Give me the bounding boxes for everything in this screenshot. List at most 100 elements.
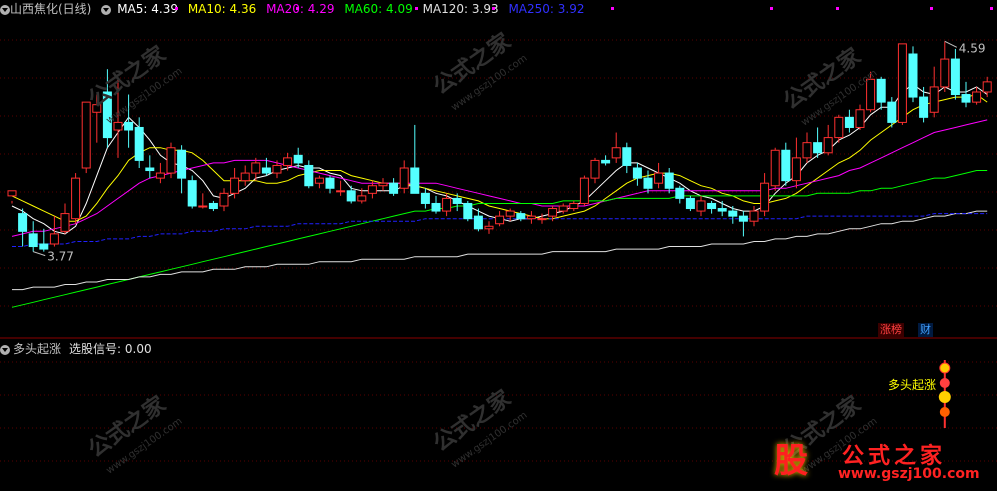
candle-down: [420, 192, 430, 204]
event-marker: [492, 7, 495, 10]
candle-down: [717, 208, 727, 212]
candle-down: [208, 202, 218, 210]
candle-up: [399, 167, 409, 189]
candle-down: [389, 182, 399, 194]
candle-up: [526, 215, 536, 220]
candle-up: [802, 142, 812, 159]
candle-up: [7, 190, 17, 197]
candle-up: [367, 185, 377, 194]
candle-up: [654, 172, 664, 184]
candle-up: [505, 210, 515, 217]
site-logo: 股 公式之家 www.gszj100.com: [760, 436, 997, 491]
high-pointer: [944, 40, 958, 48]
event-marker: [836, 7, 839, 10]
candle-down: [177, 149, 187, 179]
indicator-name[interactable]: 多头起涨: [13, 342, 61, 356]
candle-up: [548, 208, 558, 217]
arrow-up-icon: [939, 378, 950, 388]
indicator-collapse-icon[interactable]: [0, 344, 10, 355]
candle-up: [442, 197, 452, 212]
indicator-signal: 选股信号: 0.00: [69, 342, 152, 356]
event-marker: [175, 7, 178, 10]
candle-up: [81, 101, 91, 169]
candle-up: [982, 81, 992, 93]
candle-up: [71, 177, 81, 220]
candle-down: [961, 94, 971, 103]
candle-up: [929, 86, 939, 113]
ma60-line: [11, 170, 988, 308]
candle-up: [49, 233, 59, 245]
candle-down: [346, 190, 356, 202]
candle-down: [124, 121, 134, 131]
candle-down: [28, 233, 38, 248]
event-marker: [296, 7, 299, 10]
candle-up: [198, 205, 208, 208]
candle-up: [155, 172, 165, 179]
event-marker: [415, 7, 418, 10]
candle-up: [611, 147, 621, 159]
candle-up: [537, 218, 547, 221]
candle-up: [219, 192, 229, 207]
candle-up: [696, 200, 706, 212]
candle-down: [304, 164, 314, 187]
logo-mark: 股: [774, 441, 808, 481]
candle-down: [410, 167, 420, 194]
candle-down: [452, 197, 462, 204]
indicator-header: 多头起涨 选股信号: 0.00: [0, 340, 152, 358]
event-marker: [930, 7, 933, 10]
candle-up: [569, 202, 579, 210]
candle-up: [484, 225, 494, 230]
candle-up: [791, 157, 801, 182]
candle-down: [908, 53, 918, 98]
candle-down: [516, 213, 526, 220]
candle-up: [166, 147, 176, 174]
candle-up: [579, 177, 589, 204]
finance-tag[interactable]: 财: [918, 323, 933, 337]
candle-down: [781, 149, 791, 182]
candle-up: [760, 182, 770, 212]
candle-up: [230, 177, 240, 194]
candle-down: [643, 177, 653, 189]
candle-up: [590, 159, 600, 179]
candle-up: [283, 157, 293, 166]
candle-up: [558, 205, 568, 212]
low-price-label: 3.77: [47, 250, 74, 264]
event-marker: [770, 7, 773, 10]
price-chart[interactable]: 4.593.77公式之家www.gszj100.com 公式之家www.gszj1…: [0, 0, 997, 491]
candle-down: [601, 159, 611, 164]
high-price-label: 4.59: [959, 41, 986, 55]
candle-down: [293, 154, 303, 164]
candle-down: [707, 202, 717, 210]
candle-down: [187, 180, 197, 207]
candle-up: [834, 116, 844, 139]
candle-down: [813, 142, 823, 154]
candle-down: [919, 96, 929, 118]
candle-down: [325, 177, 335, 189]
candle-down: [622, 147, 632, 166]
candle-down: [632, 167, 642, 179]
candle-down: [950, 58, 960, 96]
candle-up: [240, 172, 250, 182]
candle-up: [113, 121, 123, 131]
limit-up-list-tag[interactable]: 涨榜: [878, 323, 904, 337]
candle-up: [897, 43, 907, 123]
candle-down: [664, 172, 674, 189]
candle-down: [261, 167, 271, 174]
candle-up: [357, 195, 367, 202]
event-marker: [990, 7, 993, 10]
logo-url: www.gszj100.com: [838, 466, 980, 482]
candle-down: [431, 202, 441, 212]
low-pointer: [33, 251, 46, 257]
candle-down: [728, 210, 738, 217]
candle-up: [60, 213, 70, 232]
candle-down: [844, 116, 854, 128]
candle-up: [749, 210, 759, 222]
candle-down: [738, 215, 748, 222]
candle-down: [675, 187, 685, 199]
candle-down: [473, 215, 483, 230]
event-marker: [611, 7, 614, 10]
candle-up: [972, 91, 982, 103]
candle-down: [685, 197, 695, 210]
money-bag-icon: [939, 362, 951, 374]
candle-up: [272, 164, 282, 174]
